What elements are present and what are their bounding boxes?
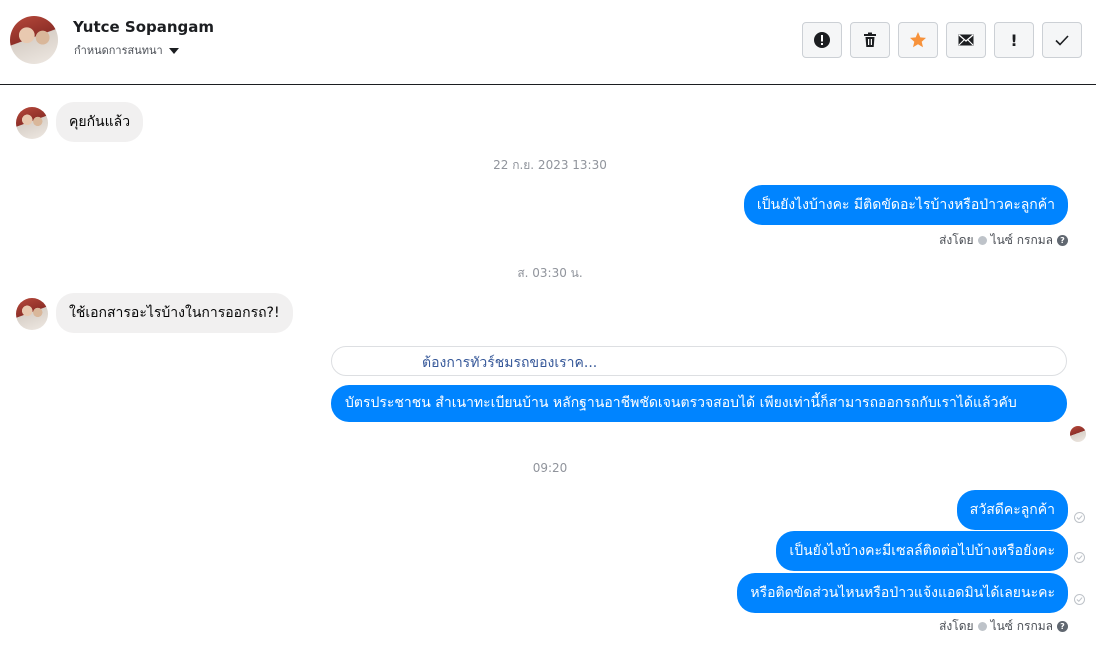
agent-dot-icon xyxy=(977,622,987,631)
schedule-label: กำหนดการสนทนา xyxy=(74,44,163,57)
outgoing-message[interactable]: บัตรประชาชน สำเนาทะเบียนบ้าน หลักฐานอาชี… xyxy=(331,385,1067,422)
trash-icon xyxy=(864,32,876,47)
check-icon xyxy=(1055,35,1069,46)
outgoing-message[interactable]: หรือติดขัดส่วนไหนหรือป่าวแจ้งแอดมินได้เล… xyxy=(737,573,1068,613)
star-icon xyxy=(910,32,926,48)
agent-dot-icon xyxy=(977,236,987,245)
quick-reply-card[interactable]: ต้องการทัวร์ชมรถของเราค... xyxy=(331,346,1067,376)
delivered-check-icon xyxy=(1074,594,1085,605)
incoming-message[interactable]: คุยกันแล้ว xyxy=(56,102,144,142)
done-button[interactable] xyxy=(1042,22,1082,58)
conversation-toolbar: ! xyxy=(802,22,1082,58)
contact-name[interactable]: Yutce Sopangam xyxy=(73,18,214,36)
sent-by-info: ส่งโดย ไนซ์ กรกมล ? xyxy=(939,617,1068,636)
message-list[interactable]: คุยกันแล้ว 22 ก.ย. 2023 13:30 เป็นยังไงบ… xyxy=(0,86,1096,658)
sent-by-label: ส่งโดย xyxy=(939,233,974,247)
seen-avatar xyxy=(1070,426,1086,442)
alert-circle-icon xyxy=(814,32,830,48)
sender-name[interactable]: ไนซ์ กรกมล xyxy=(991,231,1053,250)
delivered-check-icon xyxy=(1074,552,1085,563)
outgoing-message[interactable]: สวัสดีคะลูกค้า xyxy=(956,490,1068,530)
unread-button[interactable] xyxy=(946,22,986,58)
conversation-schedule-dropdown[interactable]: กำหนดการสนทนา xyxy=(74,41,179,59)
caret-down-icon xyxy=(168,47,179,54)
sent-by-label: ส่งโดย xyxy=(939,619,974,633)
delete-button[interactable] xyxy=(850,22,890,58)
contact-avatar-small[interactable] xyxy=(16,298,48,330)
outgoing-message[interactable]: เป็นยังไงบ้างคะมีเซลล์ติดต่อไปบ้างหรือยั… xyxy=(776,531,1068,571)
timestamp: ส. 03:30 น. xyxy=(517,266,583,280)
delivered-check-icon xyxy=(1074,512,1085,523)
star-button[interactable] xyxy=(898,22,938,58)
outgoing-message[interactable]: เป็นยังไงบ้างคะ มีติดขัดอะไรบ้างหรือป่าว… xyxy=(743,185,1068,225)
incoming-message[interactable]: ใช้เอกสารอะไรบ้างในการออกรถ?! xyxy=(56,293,293,333)
timestamp: 09:20 xyxy=(532,461,568,475)
help-icon[interactable]: ? xyxy=(1057,235,1068,246)
sender-name[interactable]: ไนซ์ กรกมล xyxy=(991,617,1053,636)
envelope-icon xyxy=(958,34,974,46)
quick-reply-link[interactable]: ต้องการทัวร์ชมรถของเราค... xyxy=(422,355,597,371)
exclamation-icon: ! xyxy=(1010,30,1018,50)
spam-button[interactable] xyxy=(802,22,842,58)
sent-by-info: ส่งโดย ไนซ์ กรกมล ? xyxy=(939,231,1068,250)
contact-avatar-small[interactable] xyxy=(16,107,48,139)
contact-avatar[interactable] xyxy=(10,16,58,64)
conversation-header: Yutce Sopangam กำหนดการสนทนา ! xyxy=(0,0,1096,85)
help-icon[interactable]: ? xyxy=(1057,621,1068,632)
important-button[interactable]: ! xyxy=(994,22,1034,58)
timestamp: 22 ก.ย. 2023 13:30 xyxy=(493,158,607,172)
